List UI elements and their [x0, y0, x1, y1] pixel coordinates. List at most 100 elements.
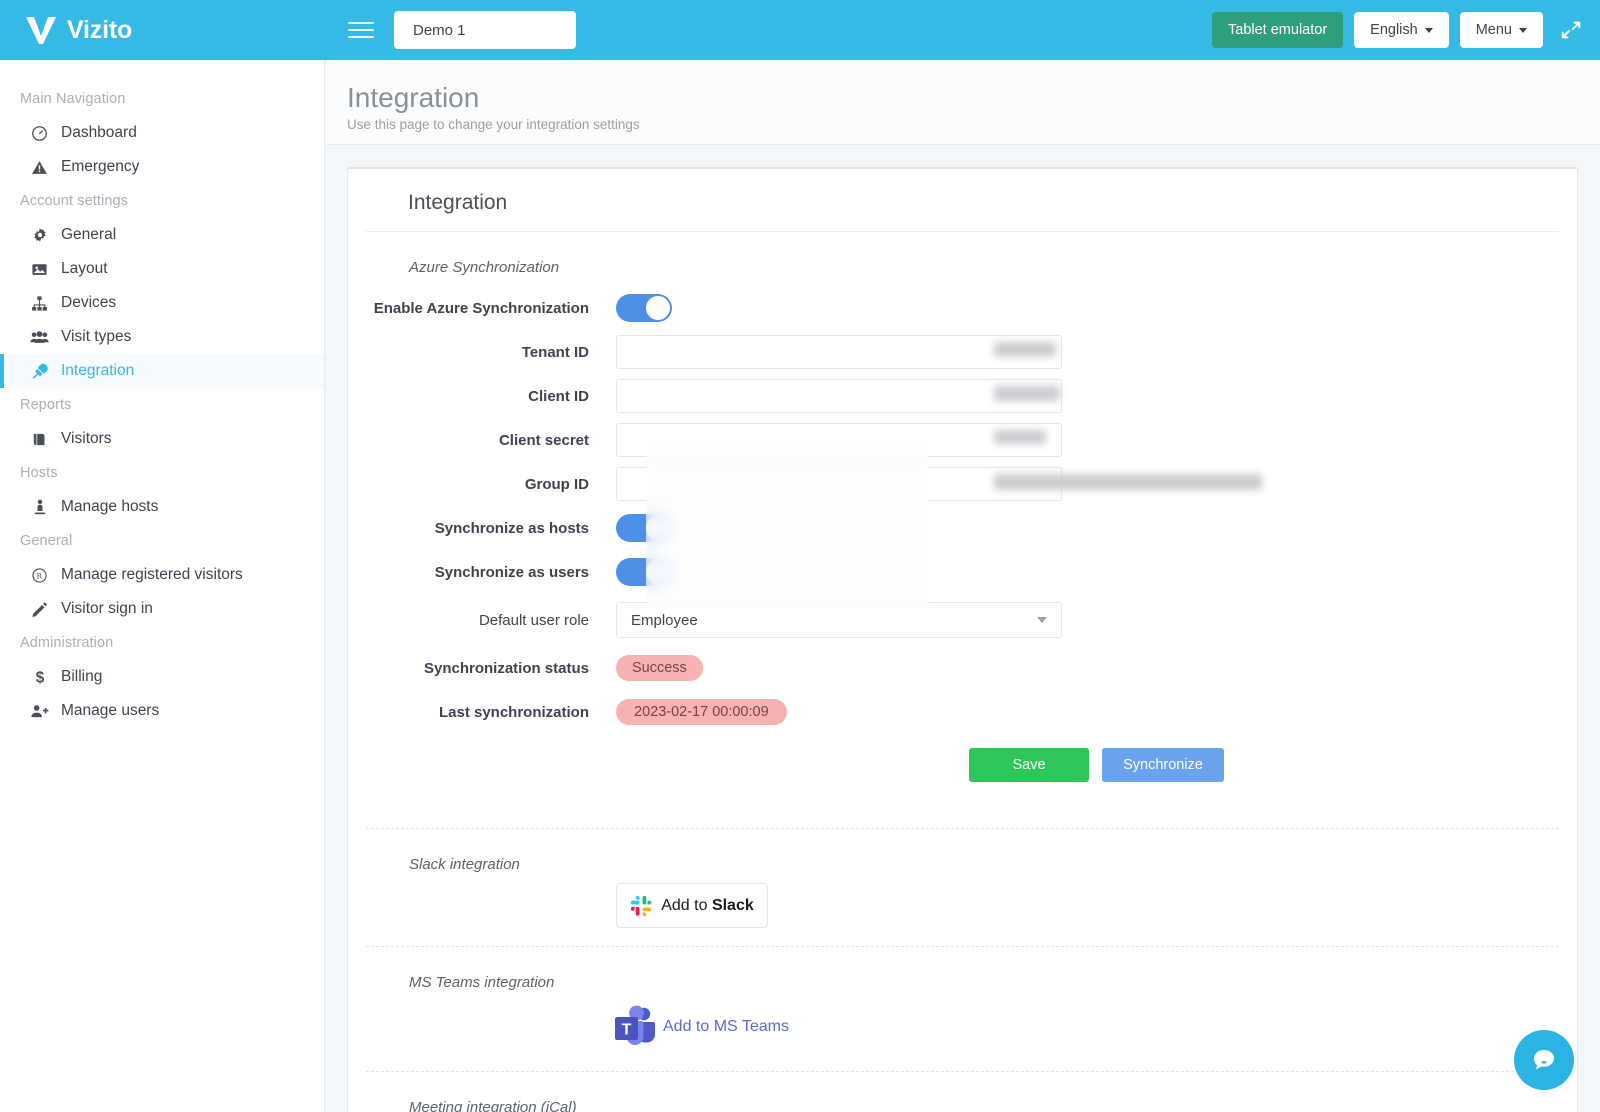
add-to-ms-teams-button[interactable]: T Add to MS Teams — [613, 1001, 789, 1053]
slack-integration-section: Slack integration Add to Slack — [348, 829, 1577, 928]
group-id-label: Group ID — [366, 476, 616, 493]
chat-bubble-icon — [1529, 1045, 1559, 1075]
main-content: Integration Use this page to change your… — [325, 60, 1600, 1112]
sidebar-item-dashboard[interactable]: Dashboard — [0, 116, 324, 150]
sidebar-item-label: Manage registered visitors — [61, 566, 243, 584]
client-id-row: Client ID — [366, 374, 1559, 418]
topbar-actions: Tablet emulator English Menu — [1212, 12, 1600, 48]
page-subtitle: Use this page to change your integration… — [347, 117, 1600, 132]
sync-as-hosts-toggle[interactable] — [616, 514, 672, 542]
sidebar-group-administration: Administration — [0, 626, 324, 660]
tablet-emulator-button[interactable]: Tablet emulator — [1212, 12, 1343, 48]
card-title: Integration — [366, 169, 1559, 232]
tenant-id-label: Tenant ID — [366, 344, 616, 361]
sidebar-item-devices[interactable]: Devices — [0, 286, 324, 320]
sidebar-item-layout[interactable]: Layout — [0, 252, 324, 286]
client-secret-label: Client secret — [366, 432, 616, 449]
hamburger-icon[interactable] — [348, 19, 374, 41]
page-header: Integration Use this page to change your… — [325, 60, 1600, 145]
ms-teams-section-label: MS Teams integration — [366, 947, 1559, 1001]
slack-section-label: Slack integration — [366, 829, 1559, 883]
language-dropdown[interactable]: English — [1354, 12, 1449, 48]
sidebar-item-label: General — [61, 226, 116, 244]
azure-action-buttons: Save Synchronize — [366, 734, 1559, 810]
meeting-integration-section: Meeting integration (iCal) Send Visit in… — [348, 1072, 1577, 1112]
save-button[interactable]: Save — [969, 748, 1089, 782]
tenant-id-row: Tenant ID — [366, 330, 1559, 374]
default-user-role-label: Default user role — [366, 612, 616, 629]
sidebar-item-visit-types[interactable]: Visit types — [0, 320, 324, 354]
slack-icon — [630, 895, 652, 917]
sidebar-item-manage-hosts[interactable]: Manage hosts — [0, 490, 324, 524]
pencil-icon — [30, 601, 49, 618]
vizito-logo-icon — [24, 14, 58, 46]
chevron-down-icon — [1425, 28, 1433, 33]
dashboard-gauge-icon — [30, 125, 49, 142]
sidebar-item-emergency[interactable]: Emergency — [0, 150, 324, 184]
sidebar-item-label: Manage users — [61, 702, 159, 720]
sidebar-item-visitors[interactable]: Visitors — [0, 422, 324, 456]
sidebar-item-label: Integration — [61, 362, 134, 380]
default-user-role-value: Employee — [631, 612, 698, 629]
sync-as-users-row: Synchronize as users — [366, 550, 1559, 594]
user-plus-icon — [30, 703, 49, 720]
azure-section-label: Azure Synchronization — [366, 232, 1559, 286]
add-to-slack-label: Add to Slack — [661, 897, 754, 915]
top-bar: Vizito Demo 1 Tablet emulator English Me… — [0, 0, 1600, 60]
azure-synchronization-section: Azure Synchronization Enable Azure Synch… — [348, 232, 1577, 810]
sidebar: Main Navigation Dashboard Emergency Acco… — [0, 60, 325, 1112]
users-icon — [30, 329, 49, 346]
language-label: English — [1370, 22, 1418, 38]
menu-dropdown[interactable]: Menu — [1460, 12, 1543, 48]
svg-text:$: $ — [35, 669, 44, 686]
last-sync-value: 2023-02-17 00:00:09 — [616, 699, 787, 725]
sidebar-item-label: Emergency — [61, 158, 139, 176]
enable-azure-toggle[interactable] — [616, 294, 672, 322]
sync-status-value: Success — [616, 655, 703, 681]
sidebar-item-general[interactable]: General — [0, 218, 324, 252]
tenant-selector[interactable]: Demo 1 — [394, 11, 576, 49]
sync-status-label: Synchronization status — [366, 660, 616, 677]
integration-card: Integration Azure Synchronization Enable… — [347, 167, 1578, 1112]
synchronize-button[interactable]: Synchronize — [1102, 748, 1224, 782]
sidebar-item-billing[interactable]: $ Billing — [0, 660, 324, 694]
default-user-role-select[interactable]: Employee — [616, 602, 1062, 638]
sidebar-group-reports: Reports — [0, 388, 324, 422]
client-secret-row: Client secret — [366, 418, 1559, 462]
default-user-role-row: Default user role Employee — [366, 594, 1559, 646]
gear-icon — [30, 227, 49, 243]
group-id-blur — [994, 474, 1262, 490]
book-icon — [30, 431, 49, 448]
sync-as-hosts-label: Synchronize as hosts — [366, 520, 616, 537]
sidebar-item-visitor-sign-in[interactable]: Visitor sign in — [0, 592, 324, 626]
warning-triangle-icon — [30, 159, 49, 176]
add-to-ms-teams-label: Add to MS Teams — [663, 1018, 789, 1036]
meeting-section-label: Meeting integration (iCal) — [366, 1072, 1559, 1112]
sidebar-item-integration[interactable]: Integration — [0, 354, 324, 388]
expand-arrows-icon[interactable] — [1560, 19, 1582, 41]
sidebar-item-manage-users[interactable]: Manage users — [0, 694, 324, 728]
slack-button-brand: Slack — [712, 897, 754, 914]
chevron-down-icon — [1519, 28, 1527, 33]
ms-teams-icon: T — [613, 1005, 659, 1049]
plug-icon — [30, 363, 49, 380]
image-icon — [30, 261, 49, 278]
chevron-down-icon — [1037, 617, 1047, 623]
sidebar-item-manage-registered-visitors[interactable]: R Manage registered visitors — [0, 558, 324, 592]
sidebar-group-account-settings: Account settings — [0, 184, 324, 218]
toggle-knob — [646, 560, 670, 584]
brand-name: Vizito — [67, 16, 132, 45]
sidebar-item-label: Devices — [61, 294, 116, 312]
add-to-slack-button[interactable]: Add to Slack — [616, 883, 768, 928]
last-sync-row: Last synchronization 2023-02-17 00:00:09 — [366, 690, 1559, 734]
sidebar-group-hosts: Hosts — [0, 456, 324, 490]
person-badge-icon — [30, 499, 49, 516]
sidebar-item-label: Visitor sign in — [61, 600, 153, 618]
chat-widget-button[interactable] — [1514, 1030, 1574, 1090]
toggle-knob — [646, 296, 670, 320]
client-secret-blur — [994, 430, 1046, 444]
sidebar-group-general: General — [0, 524, 324, 558]
slack-button-prefix: Add to — [661, 897, 712, 914]
brand-logo[interactable]: Vizito — [0, 0, 332, 60]
sync-as-users-toggle[interactable] — [616, 558, 672, 586]
